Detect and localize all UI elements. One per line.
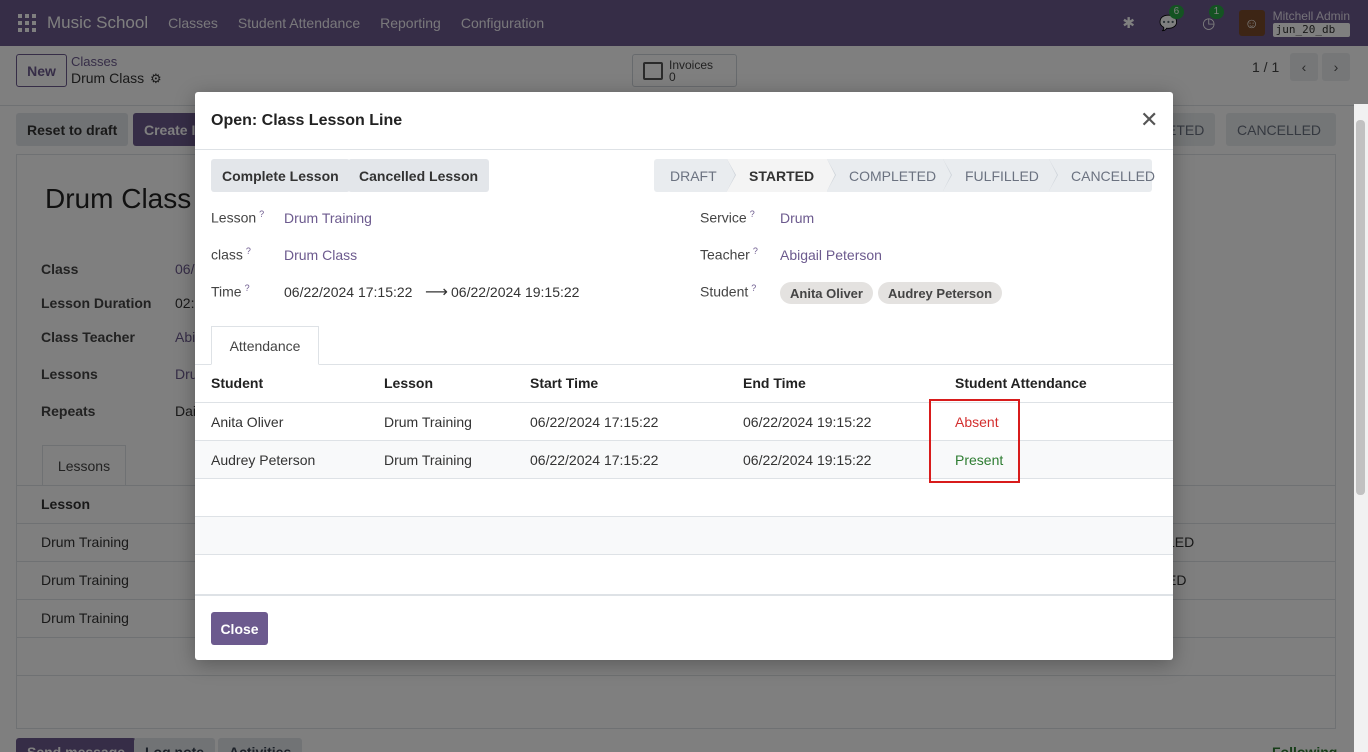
field-label-time: Time? <box>211 283 250 300</box>
col-header-end-time[interactable]: End Time <box>743 375 806 391</box>
scrollbar-thumb[interactable] <box>1356 120 1365 495</box>
dialog-header: Open: Class Lesson Line ✕ <box>195 92 1173 150</box>
table-row-empty <box>195 517 1173 555</box>
field-value-service[interactable]: Drum <box>780 210 814 226</box>
help-icon[interactable]: ? <box>750 209 755 219</box>
cancelled-lesson-button[interactable]: Cancelled Lesson <box>348 159 490 192</box>
complete-lesson-button[interactable]: Complete Lesson <box>211 159 350 192</box>
status-completed-label: COMPLETED <box>849 167 937 184</box>
field-label-class-text: class <box>211 246 243 263</box>
cell-student: Audrey Peterson <box>211 452 316 468</box>
col-header-lesson[interactable]: Lesson <box>384 375 433 391</box>
field-label-lesson: Lesson? <box>211 209 264 226</box>
help-icon[interactable]: ? <box>246 246 251 256</box>
col-header-student[interactable]: Student <box>211 375 263 391</box>
status-bar: DRAFT STARTED COMPLETED FULFILLED CANCEL… <box>654 159 1156 192</box>
table-row[interactable]: Audrey Peterson Drum Training 06/22/2024… <box>195 441 1173 479</box>
field-label-lesson-text: Lesson <box>211 209 257 226</box>
field-label-time-text: Time <box>211 283 242 300</box>
status-cancelled[interactable]: CANCELLED <box>1049 159 1156 192</box>
table-row-empty <box>195 479 1173 517</box>
field-label-student-text: Student <box>700 283 749 300</box>
attendance-highlight-box <box>929 399 1020 483</box>
help-icon[interactable]: ? <box>753 246 758 256</box>
status-fulfilled-label: FULFILLED <box>965 167 1039 184</box>
table-row-empty <box>195 555 1173 595</box>
field-value-teacher[interactable]: Abigail Peterson <box>780 247 882 263</box>
field-label-service-text: Service <box>700 209 747 226</box>
cell-lesson: Drum Training <box>384 452 472 468</box>
status-started-label: STARTED <box>749 167 815 184</box>
cell-start-time: 06/22/2024 17:15:22 <box>530 414 659 430</box>
col-header-start-time[interactable]: Start Time <box>530 375 598 391</box>
help-icon[interactable]: ? <box>245 283 250 293</box>
class-lesson-line-dialog: Open: Class Lesson Line ✕ Complete Lesso… <box>195 92 1173 660</box>
status-completed[interactable]: COMPLETED <box>827 159 952 192</box>
table-row[interactable]: Anita Oliver Drum Training 06/22/2024 17… <box>195 403 1173 441</box>
field-value-class[interactable]: Drum Class <box>284 247 357 263</box>
field-label-teacher: Teacher? <box>700 246 758 263</box>
field-value-time-start[interactable]: 06/22/2024 17:15:22 <box>284 284 412 300</box>
table-header-row: Student Lesson Start Time End Time Stude… <box>195 365 1173 403</box>
arrow-right-icon: ⟶ <box>425 284 448 301</box>
close-icon[interactable]: ✕ <box>1140 109 1158 131</box>
cell-start-time: 06/22/2024 17:15:22 <box>530 452 659 468</box>
help-icon[interactable]: ? <box>751 283 756 293</box>
help-icon[interactable]: ? <box>259 209 264 219</box>
field-label-service: Service? <box>700 209 755 226</box>
dialog-title: Open: Class Lesson Line <box>211 112 403 129</box>
student-tag[interactable]: Audrey Peterson <box>878 282 1003 304</box>
cell-lesson: Drum Training <box>384 414 472 430</box>
dialog-footer: Close <box>195 595 1173 660</box>
col-header-student-attendance[interactable]: Student Attendance <box>955 375 1087 391</box>
field-value-time-end[interactable]: 06/22/2024 19:15:22 <box>451 284 579 300</box>
field-label-student: Student? <box>700 283 756 300</box>
field-label-teacher-text: Teacher <box>700 246 750 263</box>
status-cancelled-label: CANCELLED <box>1071 167 1156 184</box>
field-value-lesson[interactable]: Drum Training <box>284 210 372 226</box>
status-draft-label: DRAFT <box>670 167 717 184</box>
cell-student: Anita Oliver <box>211 414 284 430</box>
status-draft[interactable]: DRAFT <box>654 159 736 192</box>
cell-end-time: 06/22/2024 19:15:22 <box>743 414 872 430</box>
status-started[interactable]: STARTED <box>727 159 836 192</box>
student-tag[interactable]: Anita Oliver <box>780 282 873 304</box>
close-button[interactable]: Close <box>211 612 268 645</box>
status-fulfilled[interactable]: FULFILLED <box>943 159 1058 192</box>
tab-attendance[interactable]: Attendance <box>211 326 319 365</box>
cell-end-time: 06/22/2024 19:15:22 <box>743 452 872 468</box>
field-label-class: class? <box>211 246 251 263</box>
